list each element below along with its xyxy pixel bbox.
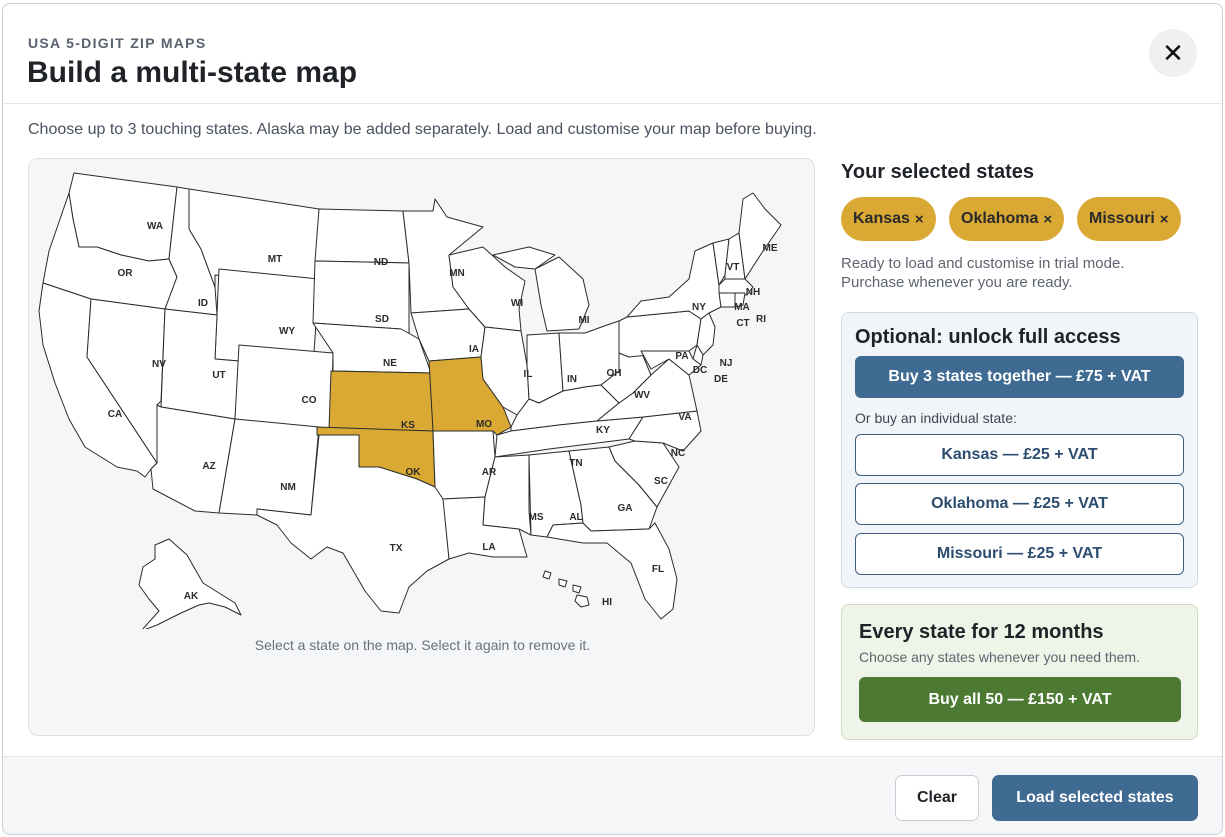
label-mo: MO [476, 419, 492, 430]
chip-label: Missouri [1089, 210, 1155, 227]
buy-bundle-button[interactable]: Buy 3 states together — £75 + VAT [855, 356, 1184, 398]
label-hi: HI [602, 597, 612, 608]
label-ks: KS [401, 420, 415, 431]
label-va: VA [678, 412, 691, 423]
usa-map: WA OR CA ID NV MT WY UT AZ CO NM ND SD N… [38, 172, 782, 629]
label-mi: MI [578, 315, 589, 326]
instructions-text: Choose up to 3 touching states. Alaska m… [28, 121, 817, 138]
annual-plan-panel: Every state for 12 months Choose any sta… [841, 604, 1198, 740]
label-oh: OH [607, 368, 622, 379]
label-ct: CT [736, 318, 749, 329]
label-nv: NV [152, 359, 166, 370]
label-tn: TN [569, 458, 582, 469]
label-ky: KY [596, 425, 610, 436]
label-wv: WV [634, 390, 650, 401]
label-pa: PA [675, 351, 688, 362]
label-ga: GA [618, 503, 633, 514]
unlock-heading: Optional: unlock full access [855, 326, 1121, 348]
label-fl: FL [652, 564, 664, 575]
state-ar[interactable] [432, 430, 496, 500]
close-icon: ✕ [1162, 37, 1184, 68]
label-ca: CA [108, 409, 122, 420]
label-nh: NH [746, 287, 760, 298]
label-nd: ND [374, 257, 388, 268]
label-vt: VT [727, 262, 740, 273]
label-ne: NE [383, 358, 397, 369]
label-sd: SD [375, 314, 389, 325]
label-mt: MT [268, 254, 282, 265]
label-mn: MN [449, 268, 465, 279]
state-pa[interactable] [618, 310, 702, 358]
state-co[interactable] [234, 344, 334, 430]
modal-header: USA 5-DIGIT ZIP MAPS Build a multi-state… [3, 4, 1222, 104]
label-in: IN [567, 374, 577, 385]
clear-button[interactable]: Clear [895, 775, 979, 821]
load-selected-button[interactable]: Load selected states [992, 775, 1198, 821]
state-hi[interactable] [542, 570, 590, 608]
map-panel: WA OR CA ID NV MT WY UT AZ CO NM ND SD N… [28, 158, 815, 736]
label-al: AL [569, 512, 582, 523]
label-id: ID [198, 298, 208, 309]
label-ak: AK [184, 591, 199, 602]
label-ny: NY [692, 302, 706, 313]
label-de: DE [714, 374, 728, 385]
label-wi: WI [511, 298, 523, 309]
label-sc: SC [654, 476, 668, 487]
state-nd[interactable] [314, 208, 410, 264]
label-me: ME [763, 243, 778, 254]
label-ri: RI [756, 314, 766, 325]
annual-heading: Every state for 12 months [859, 621, 1104, 643]
ready-message: Ready to load and customise in trial mod… [841, 255, 1125, 291]
state-in[interactable] [526, 332, 564, 404]
label-nm: NM [280, 482, 296, 493]
label-nj: NJ [720, 358, 733, 369]
label-ma: MA [734, 302, 750, 313]
label-or: OR [118, 268, 134, 279]
chip-oklahoma[interactable]: Oklahoma × [949, 197, 1065, 241]
state-nm[interactable] [218, 418, 320, 516]
label-wy: WY [279, 326, 295, 337]
chip-label: Oklahoma [961, 210, 1039, 227]
label-la: LA [482, 542, 495, 553]
buy-missouri-button[interactable]: Missouri — £25 + VAT [855, 533, 1184, 575]
label-dc: DC [693, 365, 707, 376]
individual-heading: Or buy an individual state: [855, 410, 1017, 426]
modal-dialog: USA 5-DIGIT ZIP MAPS Build a multi-state… [2, 3, 1223, 835]
label-il: IL [524, 369, 533, 380]
label-ia: IA [469, 344, 479, 355]
state-ct[interactable] [718, 292, 736, 308]
remove-icon[interactable]: × [915, 211, 924, 228]
remove-icon[interactable]: × [1043, 211, 1052, 228]
label-co: CO [302, 395, 317, 406]
eyebrow-label: USA 5-DIGIT ZIP MAPS [28, 35, 207, 51]
label-az: AZ [202, 461, 215, 472]
modal-footer: Clear Load selected states [3, 756, 1222, 834]
state-ks[interactable] [328, 370, 434, 432]
buy-kansas-button[interactable]: Kansas — £25 + VAT [855, 434, 1184, 476]
page-title: Build a multi-state map [27, 56, 358, 89]
selected-states-heading: Your selected states [841, 161, 1035, 183]
close-button[interactable]: ✕ [1149, 29, 1197, 77]
chip-kansas[interactable]: Kansas × [841, 197, 936, 241]
label-ms: MS [529, 512, 544, 523]
label-wa: WA [147, 221, 163, 232]
chip-missouri[interactable]: Missouri × [1077, 197, 1181, 241]
label-ok: OK [406, 467, 422, 478]
label-tx: TX [390, 543, 403, 554]
map-hint: Select a state on the map. Select it aga… [254, 637, 591, 653]
state-ak[interactable] [138, 538, 242, 629]
unlock-panel: Optional: unlock full access Buy 3 state… [841, 312, 1198, 588]
annual-subtitle: Choose any states whenever you need them… [859, 649, 1140, 665]
chip-label: Kansas [853, 210, 910, 227]
label-ut: UT [212, 370, 225, 381]
label-ar: AR [482, 467, 497, 478]
remove-icon[interactable]: × [1160, 211, 1169, 228]
label-nc: NC [671, 448, 685, 459]
buy-oklahoma-button[interactable]: Oklahoma — £25 + VAT [855, 483, 1184, 525]
state-me[interactable] [738, 192, 782, 280]
state-ny[interactable] [626, 242, 722, 320]
buy-all-button[interactable]: Buy all 50 — £150 + VAT [859, 677, 1181, 722]
